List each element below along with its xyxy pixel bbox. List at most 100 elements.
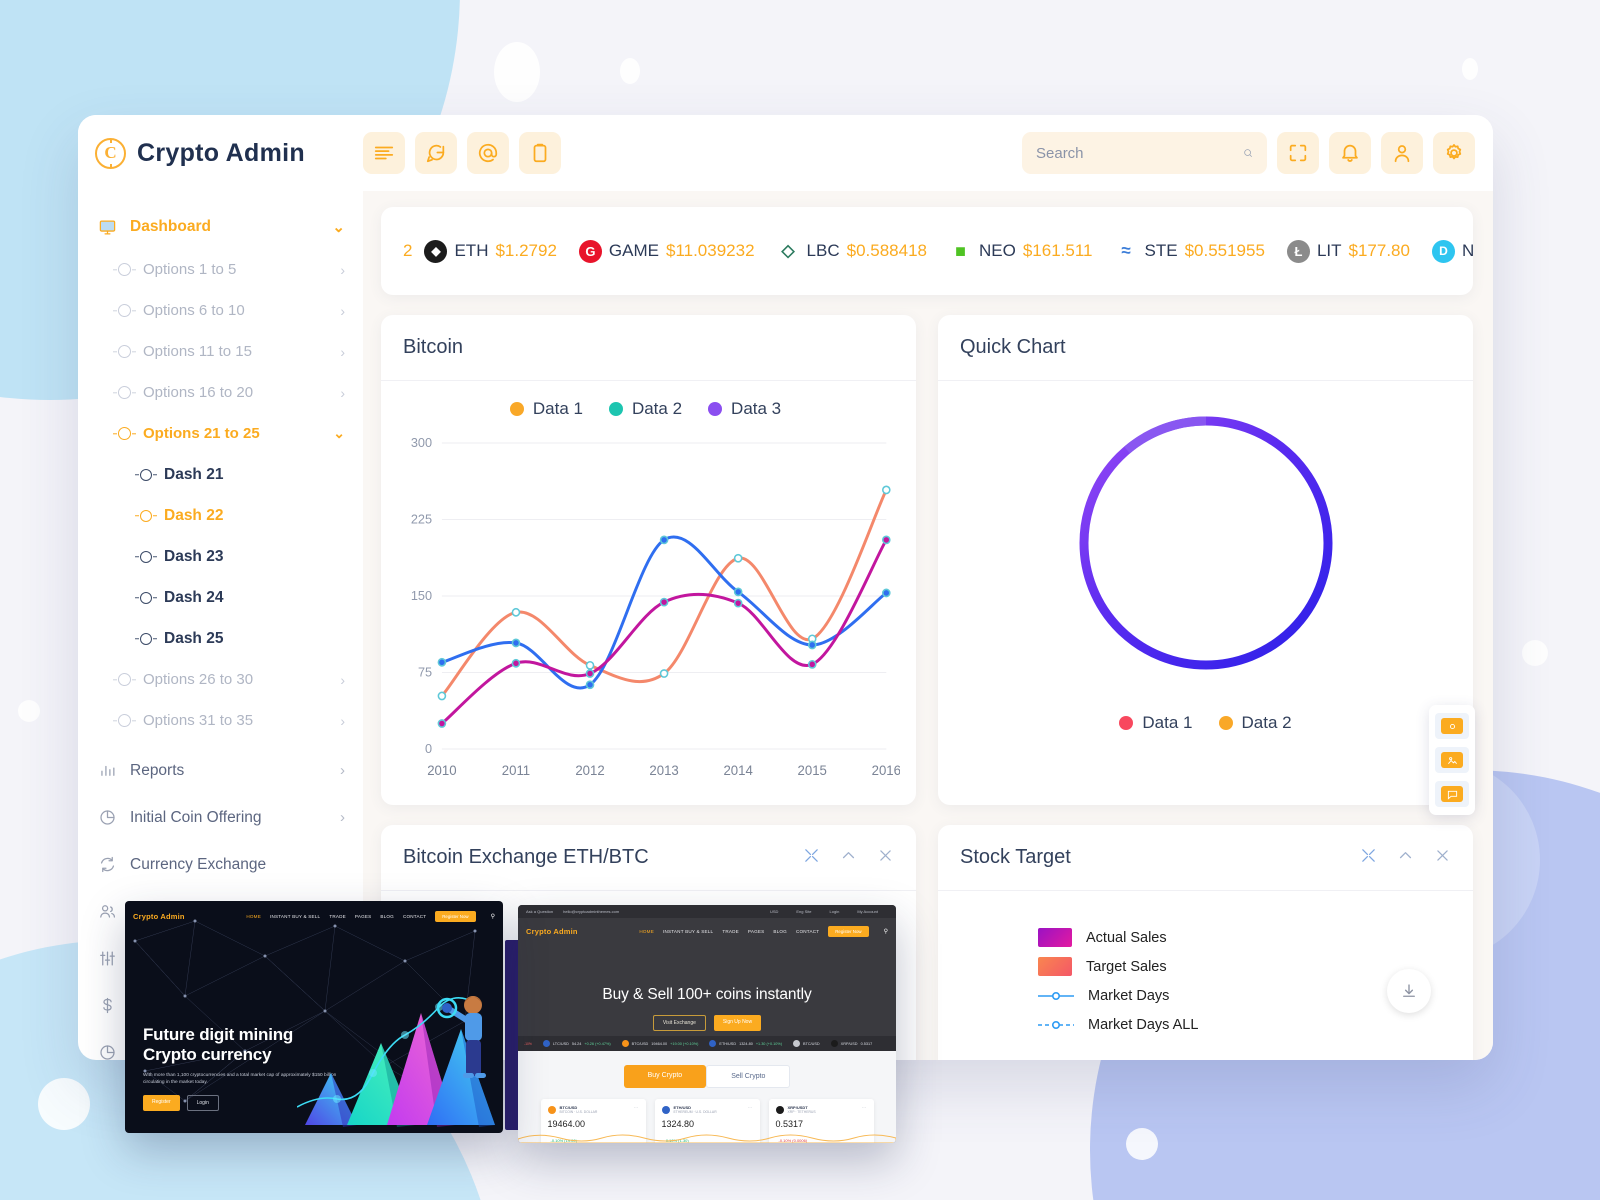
overlay-nav-item[interactable]: INSTANT BUY & SELL [270,914,320,919]
sidebar-item-dash-25[interactable]: Dash 25 [78,618,363,659]
bell-icon[interactable] [1329,132,1371,174]
sidebar-item-dashboard[interactable]: Dashboard ⌄ [78,205,363,249]
ticker-item[interactable]: BTC/USD [793,1040,820,1047]
ticker-item[interactable]: XRP/USD 0.5317 [830,1040,872,1047]
chevron-right-icon[interactable]: › [340,672,345,688]
download-icon[interactable] [1387,969,1431,1013]
chevron-right-icon[interactable]: › [340,262,345,278]
legend-item[interactable]: Market Days ALL [1038,1010,1473,1039]
overlay-topbar-item[interactable]: My Account [857,909,878,914]
tab-sell-crypto[interactable]: Sell Crypto [706,1065,791,1088]
sidebar-item-dash-21[interactable]: Dash 21 [78,454,363,495]
overlay-nav-item[interactable]: PAGES [748,929,765,934]
overlay-nav-item[interactable]: PAGES [355,914,372,919]
overlay-nav-item[interactable]: TRADE [722,929,739,934]
overlay-register-button[interactable]: Register Now [828,925,869,937]
chevron-down-icon[interactable]: ⌄ [332,218,345,236]
collapse-icon[interactable] [1397,847,1414,869]
ticker-item-neo[interactable]: ■ NEO $161.511 [949,240,1092,263]
ticker-item-game[interactable]: G GAME $11.039232 [578,239,755,263]
card-menu-icon[interactable]: ⋯ [634,1105,640,1111]
overlay-nav-item[interactable]: HOME [246,914,261,919]
overlay-register-button[interactable]: Register Now [435,910,476,922]
chevron-right-icon[interactable]: › [340,344,345,360]
collapse-icon[interactable] [840,847,857,869]
legend-item[interactable]: Data 2 [1218,713,1292,733]
sidebar-suboption-1[interactable]: Options 1 to 5 › [78,249,363,290]
overlay-nav-item[interactable]: HOME [639,929,654,934]
overlay-topbar-item[interactable]: Login [830,909,840,914]
legend-item[interactable]: Data 1 [1119,713,1193,733]
chat-icon[interactable] [415,132,457,174]
overlay-topbar-item[interactable]: hello@cryptoadminthemes.com [563,909,619,914]
overlay-topbar-item[interactable]: Eng Site [796,909,811,914]
sidebar-item-dash-24[interactable]: Dash 24 [78,577,363,618]
clipboard-icon[interactable] [519,132,561,174]
ticker-item-note[interactable]: D NOTE $13.399 [1431,239,1473,263]
sidebar-suboption-6[interactable]: Options 26 to 30 › [78,659,363,700]
ticker-item[interactable]: LTC/USD 54.24 +0.26 (+0.47%) [542,1040,611,1047]
gear-icon[interactable] [1433,132,1475,174]
email-icon[interactable] [467,132,509,174]
overlay-signup-button[interactable]: Sign Up Now [713,1015,762,1031]
overlay-exchange-preview[interactable]: Ask a Question hello@cryptoadminthemes.c… [518,905,896,1143]
search-box[interactable] [1022,132,1267,174]
ticker-item[interactable]: BTC/USD 19464.00 +19.00 (+0.10%) [621,1040,698,1047]
close-icon[interactable] [877,847,894,869]
ticker-item[interactable]: ETH/USD 1324.80 +1.30 (+0.10%) [709,1040,782,1047]
overlay-register-button[interactable]: Register [143,1095,180,1111]
overlay-landing-preview[interactable]: Crypto Admin HOME INSTANT BUY & SELL TRA… [125,901,503,1133]
overlay-nav-item[interactable]: CONTACT [403,914,426,919]
overlay-search-icon[interactable]: ⚲ [884,928,888,935]
chevron-down-icon[interactable]: ⌄ [333,425,345,442]
legend-item[interactable]: Actual Sales [1038,923,1473,952]
chevron-right-icon[interactable]: › [340,762,345,779]
close-icon[interactable] [1434,847,1451,869]
sidebar-item-initial-coin-offering[interactable]: Initial Coin Offering › [78,794,363,841]
overlay-login-button[interactable]: Login [186,1095,219,1111]
sidebar-item-currency-exchange[interactable]: Currency Exchange [78,841,363,888]
overlay-nav-item[interactable]: BLOG [773,929,787,934]
overlay-nav-item[interactable]: INSTANT BUY & SELL [663,929,713,934]
chevron-right-icon[interactable]: › [340,303,345,319]
ticker-item-eth[interactable]: ◆ ETH $1.2792 [424,239,557,263]
brand[interactable]: C Crypto Admin [78,137,363,169]
legend-item[interactable]: Data 1 [509,399,583,419]
card-icon[interactable] [1435,713,1469,739]
sidebar-suboption-4[interactable]: Options 16 to 20 › [78,372,363,413]
legend-item[interactable]: Data 3 [708,399,781,419]
search-icon[interactable] [1243,143,1253,163]
overlay-nav-item[interactable]: TRADE [329,914,346,919]
sidebar-item-dash-23[interactable]: Dash 23 [78,536,363,577]
menu-icon[interactable] [363,132,405,174]
expand-icon[interactable] [1360,847,1377,869]
overlay-topbar-item[interactable]: USD [770,909,778,914]
overlay-nav-item[interactable]: BLOG [380,914,394,919]
image-icon[interactable] [1435,747,1469,773]
sidebar-suboption-3[interactable]: Options 11 to 15 › [78,331,363,372]
sidebar-item-dash-22[interactable]: Dash 22 [78,495,363,536]
sidebar-suboption-2[interactable]: Options 6 to 10 › [78,290,363,331]
ticker-item-lbc[interactable]: ◇ LBC $0.588418 [777,240,928,263]
overlay-visit-exchange-button[interactable]: Visit Exchange [652,1015,706,1031]
sidebar-suboption-5[interactable]: Options 21 to 25 ⌄ [78,413,363,454]
fullscreen-icon[interactable] [1277,132,1319,174]
chat-bubble-icon[interactable] [1435,781,1469,807]
legend-item[interactable]: Data 2 [608,399,682,419]
ticker-item-ste[interactable]: ≈ STE $0.551955 [1115,240,1265,263]
chevron-right-icon[interactable]: › [340,809,345,826]
overlay-nav-item[interactable]: CONTACT [796,929,819,934]
overlay-topbar-item[interactable]: Ask a Question [526,909,553,914]
search-input[interactable] [1036,144,1235,162]
sidebar-suboption-7[interactable]: Options 31 to 35 › [78,700,363,741]
chevron-right-icon[interactable]: › [340,385,345,401]
overlay-search-icon[interactable]: ⚲ [491,913,495,920]
card-menu-icon[interactable]: ⋯ [862,1105,868,1111]
expand-icon[interactable] [803,847,820,869]
sidebar-item-reports[interactable]: Reports › [78,747,363,794]
ticker-item[interactable]: -10% [524,1042,532,1046]
chevron-right-icon[interactable]: › [340,713,345,729]
user-icon[interactable] [1381,132,1423,174]
tab-buy-crypto[interactable]: Buy Crypto [623,1065,707,1088]
card-menu-icon[interactable]: ⋯ [748,1105,754,1111]
